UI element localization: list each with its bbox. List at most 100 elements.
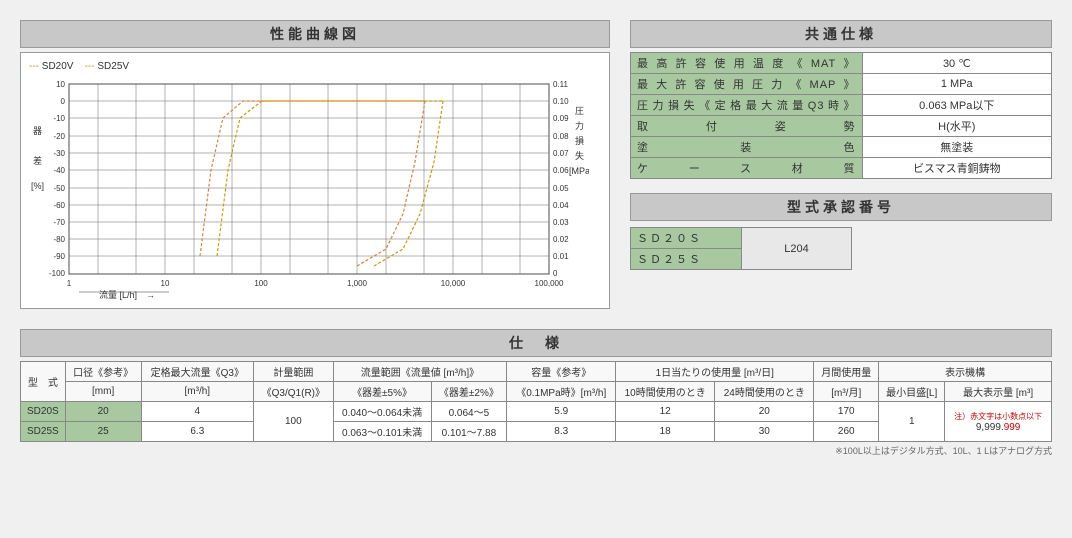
spec-label: 最高許容使用温度《MAT》 [631,53,863,74]
cell-q3: 6.3 [141,422,254,442]
svg-text:0.06: 0.06 [553,166,569,175]
cell-err5: 0.063～0.101未満 [333,422,431,442]
svg-text:0.02: 0.02 [553,235,569,244]
approval-model-1: ＳＤ２０Ｓ [631,228,741,249]
svg-text:差: 差 [33,155,42,166]
cell-model: SD20S [21,402,66,422]
svg-text:器: 器 [33,126,42,136]
svg-text:0: 0 [61,97,66,106]
approval-header: 型式承認番号 [630,193,1052,221]
cell-d10: 18 [616,422,715,442]
spec-row: 最高許容使用温度《MAT》30 ℃ [631,53,1052,74]
svg-text:1,000: 1,000 [347,279,368,288]
svg-text:0.09: 0.09 [553,114,569,123]
svg-text:-20: -20 [53,132,65,141]
svg-text:10: 10 [56,80,65,89]
svg-text:-60: -60 [53,201,65,210]
col-dia: 口径《参考》 [65,362,141,382]
col-err2: 《器差±2%》 [431,382,507,402]
svg-text:100: 100 [254,279,268,288]
svg-text:-10: -10 [53,114,65,123]
cell-dia: 25 [65,422,141,442]
col-cap: 容量《参考》 [507,362,616,382]
svg-text:流量 [L/h] →: 流量 [L/h] → [99,289,155,300]
svg-text:失: 失 [575,150,584,161]
spec-header: 仕 様 [20,329,1052,357]
col-d24: 24時間使用のとき [715,382,814,402]
cell-cap: 8.3 [507,422,616,442]
svg-text:0.08: 0.08 [553,132,569,141]
svg-text:圧: 圧 [575,106,584,116]
col-range-unit: 《Q3/Q1(R)》 [254,382,334,402]
svg-text:0.10: 0.10 [553,97,569,106]
spec-value: 無塗装 [862,137,1051,158]
col-model: 型 式 [21,362,66,402]
svg-text:0.01: 0.01 [553,252,569,261]
col-flowrange: 流量範囲《流量値 [m³/h]》 [333,362,507,382]
col-maxdisp: 最大表示量 [m³] [945,382,1052,402]
spec-value: ビスマス青銅鋳物 [862,158,1051,179]
col-q3-unit: [m³/h] [141,382,254,402]
chart-svg: 10 0 -10 -20 -30 -40 -50 -60 -70 -80 -90… [29,74,589,304]
col-minscale: 最小目盛[L] [879,382,945,402]
cell-dia: 20 [65,402,141,422]
svg-text:-90: -90 [53,252,65,261]
spec-label: 塗装色 [631,137,863,158]
svg-text:-40: -40 [53,166,65,175]
col-display: 表示機構 [879,362,1052,382]
common-spec-table: 最高許容使用温度《MAT》30 ℃最大許容使用圧力《MAP》1 MPa圧力損失《… [630,52,1052,179]
spec-value: H(水平) [862,116,1051,137]
cell-d24: 30 [715,422,814,442]
svg-text:-100: -100 [49,269,66,278]
svg-text:1: 1 [67,279,72,288]
perf-curve-chart: --- SD20V --- SD25V [20,52,610,309]
spec-row: 塗装色無塗装 [631,137,1052,158]
approval-model-2: ＳＤ２５Ｓ [631,249,741,269]
svg-text:-70: -70 [53,218,65,227]
cell-cap: 5.9 [507,402,616,422]
svg-text:0: 0 [553,269,558,278]
cell-maxdisp: 注）赤文字は小数点以下 9,999.999 [945,402,1052,442]
svg-text:0.05: 0.05 [553,184,569,193]
svg-text:力: 力 [575,120,584,131]
cell-q3: 4 [141,402,254,422]
svg-text:100,000: 100,000 [535,279,564,288]
spec-table: 型 式 口径《参考》 定格最大流量《Q3》 計量範囲 流量範囲《流量値 [m³/… [20,361,1052,442]
col-d10: 10時間使用のとき [616,382,715,402]
chart-legend: --- SD20V --- SD25V [29,61,601,72]
col-range: 計量範囲 [254,362,334,382]
table-row: SD20S 20 4 100 0.040～0.064未満 0.064～5 5.9… [21,402,1052,422]
svg-text:0.04: 0.04 [553,201,569,210]
cell-err5: 0.040～0.064未満 [333,402,431,422]
perf-curve-header: 性能曲線図 [20,20,610,48]
col-err5: 《器差±5%》 [333,382,431,402]
svg-text:-80: -80 [53,235,65,244]
svg-text:10: 10 [161,279,170,288]
legend-sd20v: SD20V [42,61,74,72]
spec-footnote: ※100L以上はデジタル方式、10L、1 Lはアナログ方式 [20,444,1052,457]
svg-text:0.11: 0.11 [553,80,569,89]
svg-text:[%]: [%] [31,181,44,191]
spec-row: 取付姿勢H(水平) [631,116,1052,137]
cell-d24: 20 [715,402,814,422]
spec-label: 取付姿勢 [631,116,863,137]
spec-label: ケース材質 [631,158,863,179]
cell-minscale: 1 [879,402,945,442]
svg-text:0.03: 0.03 [553,218,569,227]
col-cap-detail: 《0.1MPa時》[m³/h] [507,382,616,402]
cell-monthly: 260 [814,422,879,442]
cell-d10: 12 [616,402,715,422]
common-spec-header: 共通仕様 [630,20,1052,48]
svg-text:0.07: 0.07 [553,149,569,158]
legend-sd25v: SD25V [97,61,129,72]
cell-err2: 0.101～7.88 [431,422,507,442]
svg-text:[MPa]: [MPa] [569,166,589,176]
svg-text:10,000: 10,000 [441,279,466,288]
col-daily: 1日当たりの使用量 [m³/日] [616,362,814,382]
cell-monthly: 170 [814,402,879,422]
spec-value: 30 ℃ [862,53,1051,74]
approval-box: ＳＤ２０Ｓ ＳＤ２５Ｓ L204 [630,227,852,270]
col-monthly: 月間使用量 [814,362,879,382]
svg-text:-50: -50 [53,184,65,193]
col-monthly-unit: [m³/月] [814,382,879,402]
